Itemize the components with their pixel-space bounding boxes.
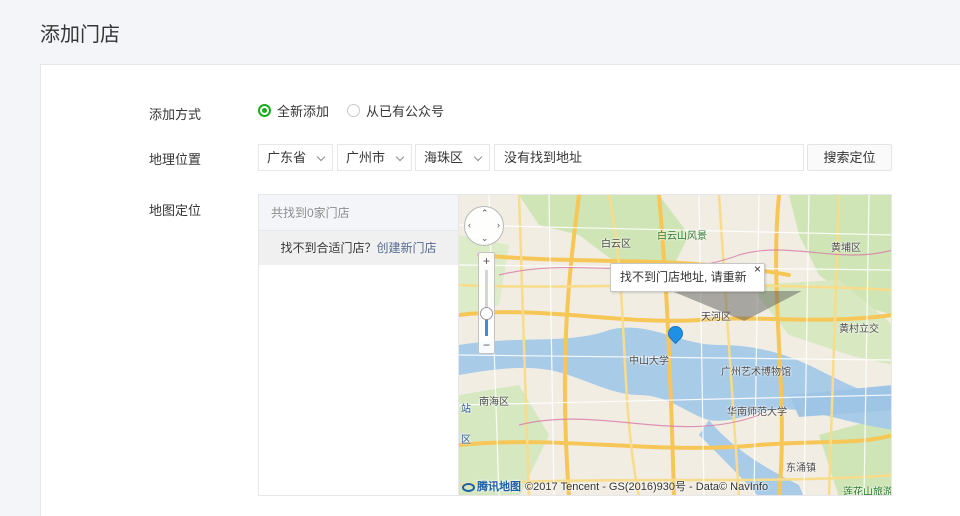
- store-results-panel: 共找到0家门店 找不到合适门店？创建新门店: [258, 194, 459, 496]
- chevron-down-icon: [395, 152, 405, 162]
- address-input[interactable]: 没有找到地址: [494, 144, 804, 171]
- district-select[interactable]: 海珠区: [415, 144, 490, 171]
- city-select[interactable]: 广州市: [337, 144, 412, 171]
- create-store-link[interactable]: 创建新门店: [377, 241, 437, 255]
- radio-new-add-label: 全新添加: [277, 104, 330, 119]
- map-label-huanan: 华南师范大学: [727, 407, 787, 418]
- map-view[interactable]: 白云区 白云山风景 黄埔区 天河区 中山大学 广州艺术博物馆 南海区 华南师范大…: [458, 194, 892, 496]
- zoom-out-icon[interactable]: −: [479, 338, 494, 352]
- map-logo-text: 腾讯地图: [477, 481, 521, 493]
- map-label-baiyun-district: 白云区: [601, 239, 631, 250]
- pan-right-icon[interactable]: ›: [497, 220, 500, 230]
- map-label-lianhua: 莲花山旅游区: [843, 487, 892, 496]
- district-value: 海珠区: [424, 150, 464, 165]
- map-pan-control[interactable]: ⌃ ‹ › ⌄: [464, 206, 504, 246]
- attribution-text: ©2017 Tencent - GS(2016)930号 - Data© Nav…: [525, 481, 769, 493]
- popup-text: 找不到门店地址, 请重新: [620, 270, 747, 284]
- tencent-map-logo-icon: [462, 482, 475, 492]
- close-icon[interactable]: ×: [754, 264, 761, 283]
- radio-unchecked-icon: [347, 104, 361, 117]
- add-method-label: 添加方式: [149, 107, 202, 122]
- map-label-station: 站: [461, 404, 471, 415]
- pan-up-icon[interactable]: ⌃: [481, 208, 489, 219]
- zoom-in-icon[interactable]: +: [479, 254, 494, 268]
- map-label-baiyun-mountain: 白云山风景: [657, 231, 707, 242]
- chevron-down-icon: [316, 152, 326, 162]
- map-zoom-control: ⌃ ‹ › ⌄ + −: [464, 200, 508, 354]
- map-label-huangpu: 黄埔区: [831, 243, 861, 254]
- map-label-museum: 广州艺术博物馆: [721, 367, 791, 378]
- province-value: 广东省: [267, 150, 307, 165]
- radio-new-add[interactable]: 全新添加: [258, 101, 329, 120]
- search-location-button[interactable]: 搜索定位: [807, 144, 892, 171]
- radio-from-official-account-label: 从已有公众号: [366, 104, 445, 119]
- popup-shadow: [654, 291, 802, 321]
- add-method-radio-group: 全新添加 从已有公众号: [258, 101, 462, 120]
- map-label-district: 区: [461, 435, 471, 446]
- results-empty-row: 找不到合适门店？创建新门店: [259, 231, 458, 265]
- results-count: 共找到0家门店: [259, 195, 458, 231]
- map-location-label: 地图定位: [149, 203, 202, 218]
- results-empty-text: 找不到合适门店？: [280, 241, 377, 255]
- city-value: 广州市: [346, 150, 386, 165]
- radio-from-official-account[interactable]: 从已有公众号: [347, 101, 444, 120]
- chevron-down-icon: [473, 152, 483, 162]
- location-label: 地理位置: [149, 152, 202, 167]
- map-label-huangcun: 黄村立交: [839, 324, 879, 335]
- province-select[interactable]: 广东省: [258, 144, 333, 171]
- map-zoom-slider[interactable]: + −: [478, 252, 495, 354]
- map-label-nanhai: 南海区: [479, 397, 509, 408]
- page-title: 添加门店: [40, 24, 120, 46]
- radio-checked-icon: [258, 104, 271, 117]
- map-label-dongyong: 东涌镇: [786, 463, 816, 474]
- pan-down-icon[interactable]: ⌄: [481, 233, 489, 244]
- map-attribution: 腾讯地图 ©2017 Tencent - GS(2016)930号 - Data©…: [462, 478, 768, 494]
- pan-left-icon[interactable]: ‹: [468, 220, 471, 230]
- map-label-zhongshan-univ: 中山大学: [629, 356, 669, 367]
- map-info-popup: 找不到门店地址, 请重新 ×: [610, 263, 765, 292]
- zoom-thumb[interactable]: [480, 306, 493, 320]
